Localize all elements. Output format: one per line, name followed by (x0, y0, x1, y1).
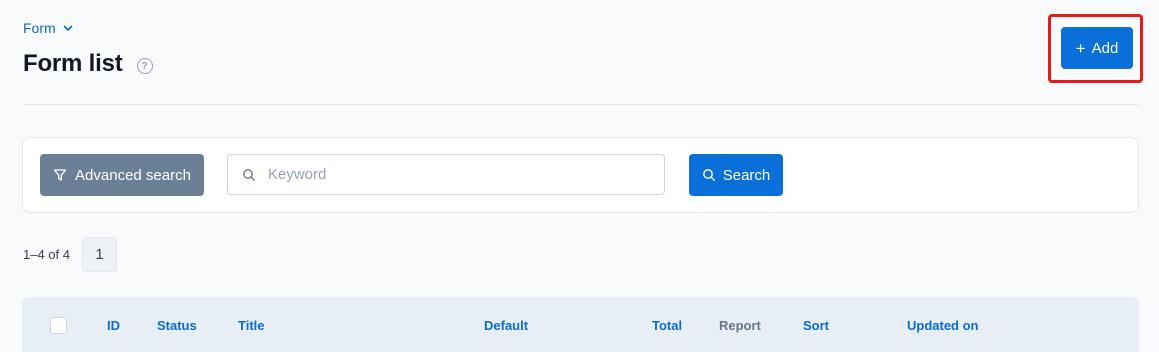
add-button[interactable]: + Add (1061, 27, 1133, 69)
add-button-label: Add (1091, 39, 1119, 57)
column-total[interactable]: Total (652, 318, 682, 333)
select-all-checkbox[interactable] (50, 317, 67, 334)
search-button-label: Search (722, 166, 771, 184)
column-report: Report (719, 318, 761, 333)
filter-icon (53, 169, 67, 181)
advanced-search-button[interactable]: Advanced search (40, 154, 204, 196)
keyword-input[interactable] (268, 166, 648, 183)
breadcrumb-label: Form (23, 20, 56, 36)
advanced-search-label: Advanced search (75, 166, 191, 184)
keyword-field[interactable] (227, 154, 665, 195)
help-circle-icon[interactable]: ? (136, 58, 153, 74)
column-status[interactable]: Status (157, 318, 197, 333)
search-panel: Advanced search Search (22, 137, 1139, 213)
search-icon (702, 169, 715, 181)
page-button-1[interactable]: 1 (82, 237, 117, 272)
breadcrumb[interactable]: Form (23, 20, 74, 36)
chevron-down-icon (63, 25, 72, 31)
column-id[interactable]: ID (107, 318, 120, 333)
header-divider (23, 104, 1139, 105)
pagination: 1–4 of 4 1 (23, 237, 117, 272)
search-button[interactable]: Search (689, 154, 783, 196)
plus-icon: + (1075, 38, 1086, 58)
column-updated-on[interactable]: Updated on (907, 318, 979, 333)
table-header: ID Status Title Default Total Report Sor… (22, 297, 1139, 352)
search-icon (243, 168, 255, 181)
column-title[interactable]: Title (238, 318, 265, 333)
title-row: Form list ? (23, 50, 153, 78)
pagination-range: 1–4 of 4 (23, 247, 70, 262)
column-sort[interactable]: Sort (803, 318, 829, 333)
page-title: Form list (23, 50, 123, 77)
column-default[interactable]: Default (484, 318, 528, 333)
